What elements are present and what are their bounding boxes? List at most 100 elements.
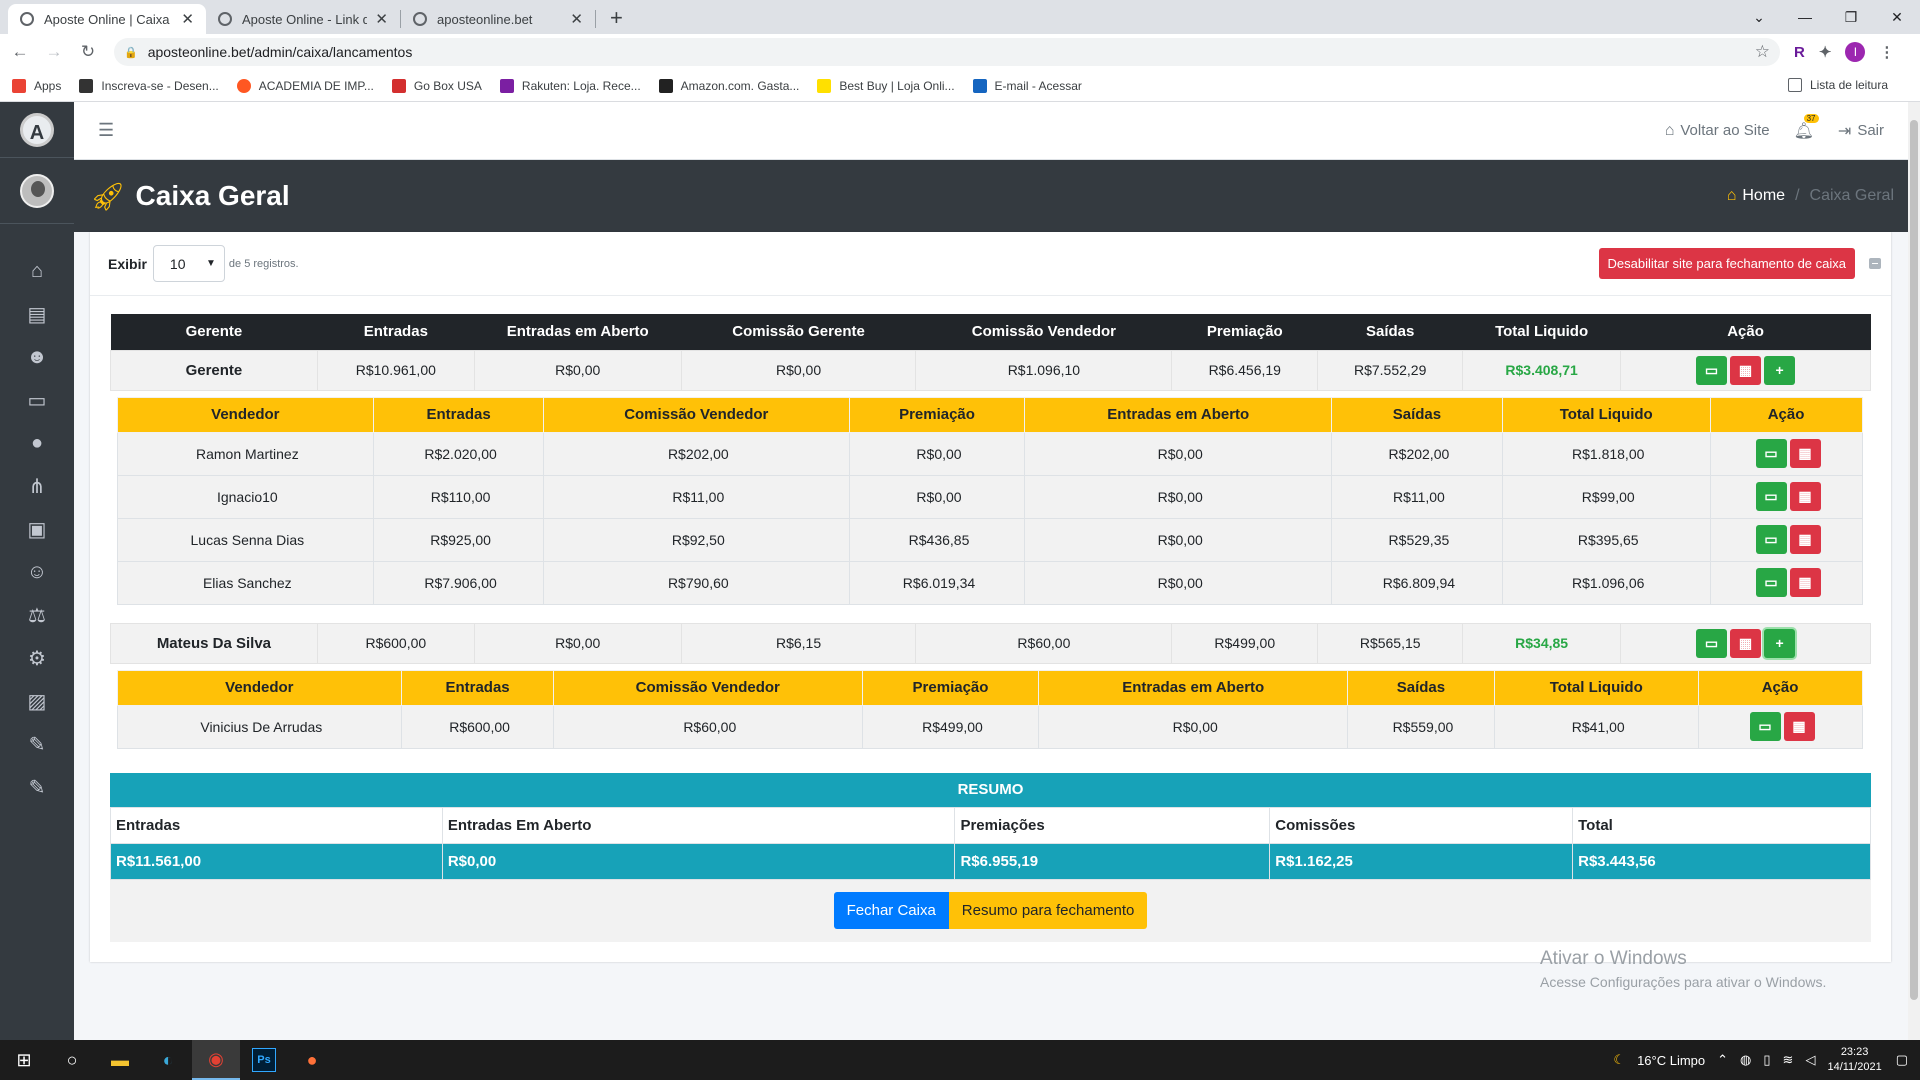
menu-toggle-icon[interactable]: ☰ (98, 120, 114, 141)
expand-plus-button[interactable]: + (1764, 628, 1796, 658)
minimize-icon[interactable]: — (1782, 9, 1828, 25)
voltar-link[interactable]: ⌂ Voltar ao Site (1665, 122, 1770, 140)
windows-start-icon[interactable]: ⊞ (0, 1040, 48, 1080)
calendar-x-button[interactable]: ▦ (1789, 568, 1821, 597)
menu-kebab-icon[interactable]: ⋮ (1879, 43, 1894, 61)
battery-icon[interactable]: ▯ (1763, 1052, 1770, 1068)
edit-icon[interactable]: ✎ (0, 766, 74, 809)
bookmark-item[interactable]: Go Box USA (391, 78, 482, 93)
user-icon[interactable]: ● (0, 422, 74, 465)
bookmark-item[interactable]: Rakuten: Loja. Rece... (499, 78, 641, 93)
bookmark-item[interactable]: Inscreva-se - Desen... (79, 78, 219, 93)
bookmark-item[interactable]: ACADEMIA DE IMP... (236, 78, 374, 93)
breadcrumb-separator: / (1795, 187, 1800, 204)
chevron-up-icon[interactable]: ⌃ (1717, 1052, 1728, 1068)
reading-list[interactable]: Lista de leitura (1787, 78, 1888, 92)
users-icon[interactable]: ☻ (0, 336, 74, 379)
scrollbar-thumb[interactable] (1910, 120, 1918, 1000)
weather-text[interactable]: 16°C Limpo (1637, 1053, 1705, 1068)
close-tab-icon[interactable]: ✕ (570, 10, 583, 28)
money-button[interactable]: ▭ (1696, 628, 1728, 658)
calendar-x-button[interactable]: ▦ (1789, 482, 1821, 511)
fechar-caixa-button[interactable]: Fechar Caixa (833, 892, 949, 929)
volume-icon[interactable]: ◁ (1805, 1052, 1815, 1068)
back-icon[interactable]: ← (6, 42, 34, 62)
per-page-select[interactable]: 10 ▼ (152, 245, 225, 282)
resumo-table: Entradas Entradas Em Aberto Premiações C… (110, 806, 1871, 880)
column-header: Premiação (848, 396, 1026, 433)
gerente-name: Mateus Da Silva (110, 622, 318, 664)
notifications-button[interactable]: 🔔︎ 37 (1794, 113, 1819, 141)
url-input[interactable]: 🔒 aposteonline.bet/admin/caixa/lancament… (114, 38, 1780, 66)
money-button[interactable]: ▭ (1696, 355, 1728, 385)
calendar-x-button[interactable]: ▦ (1783, 712, 1815, 741)
image-icon[interactable]: ▨ (0, 680, 74, 723)
firefox-icon[interactable]: ● (288, 1040, 336, 1080)
resumo-fechamento-button[interactable]: Resumo para fechamento (948, 892, 1148, 929)
clock[interactable]: 23:23 14/11/2021 (1827, 1045, 1881, 1075)
notifications-icon[interactable]: ▢ (1896, 1052, 1908, 1068)
bookmark-apps[interactable]: Apps (12, 78, 61, 93)
caixa-card: Exibir 10 ▼ de 5 registros. Desabilitar … (90, 232, 1891, 962)
disable-site-button[interactable]: Desabilitar site para fechamento de caix… (1598, 248, 1855, 279)
resumo-label: Entradas Em Aberto (441, 806, 956, 844)
money-button[interactable]: ▭ (1755, 568, 1787, 597)
calendar-x-button[interactable]: ▦ (1789, 439, 1821, 468)
sair-link[interactable]: ⇥ Sair (1838, 121, 1884, 141)
collapse-icon[interactable] (1869, 258, 1881, 269)
brand[interactable]: A (0, 102, 74, 158)
browser-tab[interactable]: Aposte Online - Link do Bilhete ✕ (206, 4, 400, 34)
edge-icon[interactable]: ◐ (144, 1040, 192, 1080)
new-tab-icon[interactable]: + (596, 4, 637, 34)
edit-icon[interactable]: ✎ (0, 723, 74, 766)
money-button[interactable]: ▭ (1749, 712, 1781, 741)
photoshop-icon[interactable]: Ps (240, 1040, 288, 1080)
network-icon[interactable]: ◍ (1740, 1052, 1751, 1068)
column-header: Saídas (1331, 396, 1503, 433)
money-icon[interactable]: ▣ (0, 508, 74, 551)
calendar-x-button[interactable]: ▦ (1730, 628, 1762, 658)
close-tab-icon[interactable]: ✕ (181, 10, 194, 28)
expand-plus-button[interactable]: + (1764, 355, 1796, 385)
table-cell: R$92,50 (543, 517, 850, 562)
money-button[interactable]: ▭ (1755, 482, 1787, 511)
restore-icon[interactable]: ❐ (1828, 9, 1874, 26)
money-button[interactable]: ▭ (1755, 439, 1787, 468)
vendedores-container: Vendedor Entradas Comissão Vendedor Prem… (110, 390, 1871, 623)
group-icon[interactable]: ☺ (0, 551, 74, 594)
table-cell: R$11,00 (1331, 474, 1503, 519)
bookmark-item[interactable]: Amazon.com. Gasta... (658, 78, 799, 93)
browser-tab-active[interactable]: Aposte Online | Caixa Geral ✕ (8, 4, 206, 34)
bookmark-star-icon[interactable]: ☆ (1755, 42, 1770, 62)
balance-scale-icon[interactable]: ⚖ (0, 594, 74, 637)
extensions-puzzle-icon[interactable]: ✦ (1819, 43, 1832, 61)
calendar-x-button[interactable]: ▦ (1730, 355, 1762, 385)
total-liquido: R$3.408,71 (1462, 349, 1622, 391)
browser-tab[interactable]: aposteonline.bet ✕ (401, 4, 595, 34)
reload-icon[interactable]: ↻ (74, 42, 102, 62)
bookmark-item[interactable]: Best Buy | Loja Onli... (817, 78, 955, 93)
breadcrumb-home[interactable]: ⌂ Home (1727, 187, 1785, 205)
search-icon[interactable]: ○ (48, 1040, 96, 1080)
profile-avatar[interactable]: I (1845, 42, 1866, 62)
tab-search-icon[interactable]: ⌄ (1736, 9, 1782, 26)
calendar-x-button[interactable]: ▦ (1789, 525, 1821, 554)
gears-icon[interactable]: ⚙ (0, 637, 74, 680)
chrome-icon[interactable]: ◉ (192, 1040, 240, 1080)
extension-r-icon[interactable]: R (1794, 44, 1805, 61)
resumo-label: Premiações (954, 806, 1271, 844)
vendedor-name: Vinicius De Arrudas (116, 704, 403, 749)
close-tab-icon[interactable]: ✕ (375, 10, 388, 28)
file-explorer-icon[interactable]: ▬ (96, 1040, 144, 1080)
card-icon[interactable]: ▭ (0, 379, 74, 422)
wifi-icon[interactable]: ≋ (1783, 1052, 1794, 1068)
user-panel[interactable] (0, 158, 74, 224)
ticket-icon[interactable]: ▤ (0, 293, 74, 336)
close-window-icon[interactable]: ✕ (1874, 9, 1920, 26)
bookmark-item[interactable]: E-mail - Acessar (972, 78, 1082, 93)
home-icon[interactable]: ⌂ (0, 250, 74, 293)
sitemap-icon[interactable]: ⋔ (0, 465, 74, 508)
forward-icon[interactable]: → (40, 42, 68, 62)
page-scrollbar[interactable] (1908, 102, 1920, 1040)
money-button[interactable]: ▭ (1755, 525, 1787, 554)
